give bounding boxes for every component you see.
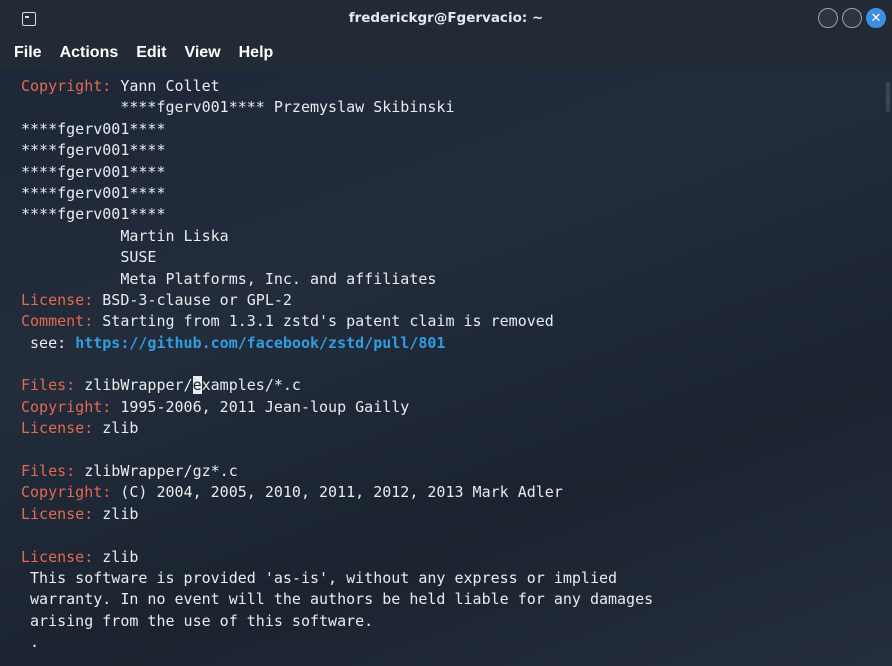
field-value: ****fgerv001**** [21, 141, 166, 160]
terminal-output[interactable]: Copyright: Yann Collet ****fgerv001**** … [0, 70, 892, 654]
field-key: Copyright: [21, 77, 112, 95]
text-cursor: e [192, 376, 202, 395]
terminal-line: SUSE [21, 247, 892, 268]
terminal-line: Meta Platforms, Inc. and affiliates [21, 269, 892, 290]
terminal-line: ****fgerv001**** Przemyslaw Skibinski [21, 97, 892, 118]
terminal-line: Copyright: (C) 2004, 2005, 2010, 2011, 2… [21, 482, 892, 503]
scrollbar[interactable] [882, 78, 890, 658]
field-value: zlibWrapper/ [75, 376, 193, 395]
terminal-line: ****fgerv001**** [21, 140, 892, 161]
field-value: SUSE [21, 248, 157, 267]
terminal-line: License: zlib [21, 504, 892, 525]
terminal-line: Martin Liska [21, 226, 892, 247]
field-key: Copyright: [21, 483, 112, 502]
field-value: ****fgerv001**** [21, 162, 166, 181]
field-key: Files: [21, 376, 76, 395]
field-value: zlibWrapper/gz*.c [75, 462, 238, 481]
field-value: ****fgerv001**** [21, 119, 166, 138]
field-value: zlib [93, 419, 139, 438]
menu-edit[interactable]: Edit [136, 44, 166, 62]
terminal-window: frederickgr@Fgervacio: ~ ✕ File Actions … [0, 0, 892, 666]
field-key: Copyright: [21, 397, 112, 416]
terminal-line: Files: zlibWrapper/gz*.c [21, 461, 892, 482]
terminal-line: ****fgerv001**** [21, 162, 892, 183]
minimize-button[interactable] [818, 8, 838, 28]
terminal-line: ****fgerv001**** [21, 119, 892, 140]
window-controls: ✕ [818, 8, 886, 28]
terminal-line: This software is provided 'as-is', witho… [21, 568, 892, 589]
field-value: Yann Collet [111, 77, 220, 95]
maximize-button[interactable] [842, 8, 862, 28]
field-value: ****fgerv001**** [21, 183, 166, 202]
field-value: Martin Liska [21, 226, 229, 245]
terminal-line: arising from the use of this software. [21, 611, 892, 632]
terminal-line: . [21, 632, 892, 653]
menu-view[interactable]: View [184, 44, 220, 62]
menu-actions[interactable]: Actions [60, 44, 119, 62]
field-value: xamples/*.c [201, 376, 301, 395]
terminal-line: Copyright: Yann Collet [21, 76, 892, 97]
field-key: License: [21, 547, 94, 566]
field-key: Files: [21, 462, 76, 481]
url-link[interactable]: https://github.com/facebook/zstd/pull/80… [75, 334, 445, 352]
field-key: License: [21, 290, 94, 309]
field-value: see: [21, 333, 76, 352]
field-key: License: [21, 504, 94, 523]
terminal-line: Files: zlibWrapper/examples/*.c [21, 375, 892, 396]
terminal-line: ****fgerv001**** [21, 204, 892, 225]
field-value: Starting from 1.3.1 zstd's patent claim … [93, 312, 554, 331]
scrollbar-thumb[interactable] [886, 82, 890, 112]
field-value: zlib [93, 547, 139, 566]
field-value: zlib [93, 504, 139, 523]
terminal-line: Comment: Starting from 1.3.1 zstd's pate… [21, 311, 892, 332]
field-value: This software is provided 'as-is', witho… [21, 568, 618, 587]
terminal-line: License: zlib [21, 547, 892, 568]
title-bar[interactable]: frederickgr@Fgervacio: ~ ✕ [0, 0, 892, 42]
terminal-line: warranty. In no event will the authors b… [21, 589, 892, 610]
terminal-line: ****fgerv001**** [21, 183, 892, 204]
field-value: warranty. In no event will the authors b… [21, 590, 654, 609]
terminal-line: see: https://github.com/facebook/zstd/pu… [21, 333, 892, 354]
field-value: ****fgerv001**** Przemyslaw Skibinski [21, 98, 455, 117]
terminal-line: License: BSD-3-clause or GPL-2 [21, 290, 892, 311]
window-title: frederickgr@Fgervacio: ~ [348, 10, 544, 26]
field-value: . [21, 633, 40, 652]
field-value: ****fgerv001**** [21, 205, 166, 224]
field-value: 1995-2006, 2011 Jean-loup Gailly [111, 397, 410, 416]
field-value: (C) 2004, 2005, 2010, 2011, 2012, 2013 M… [111, 483, 563, 502]
field-value: Meta Platforms, Inc. and affiliates [21, 269, 437, 288]
field-value: BSD-3-clause or GPL-2 [93, 290, 292, 309]
menu-help[interactable]: Help [239, 44, 274, 62]
field-key: License: [21, 419, 94, 438]
terminal-line: Copyright: 1995-2006, 2011 Jean-loup Gai… [21, 397, 892, 418]
field-key: Comment: [21, 312, 94, 331]
menu-file[interactable]: File [14, 44, 42, 62]
terminal-line: License: zlib [21, 418, 892, 439]
close-button[interactable]: ✕ [866, 8, 886, 28]
field-value: arising from the use of this software. [21, 611, 374, 630]
